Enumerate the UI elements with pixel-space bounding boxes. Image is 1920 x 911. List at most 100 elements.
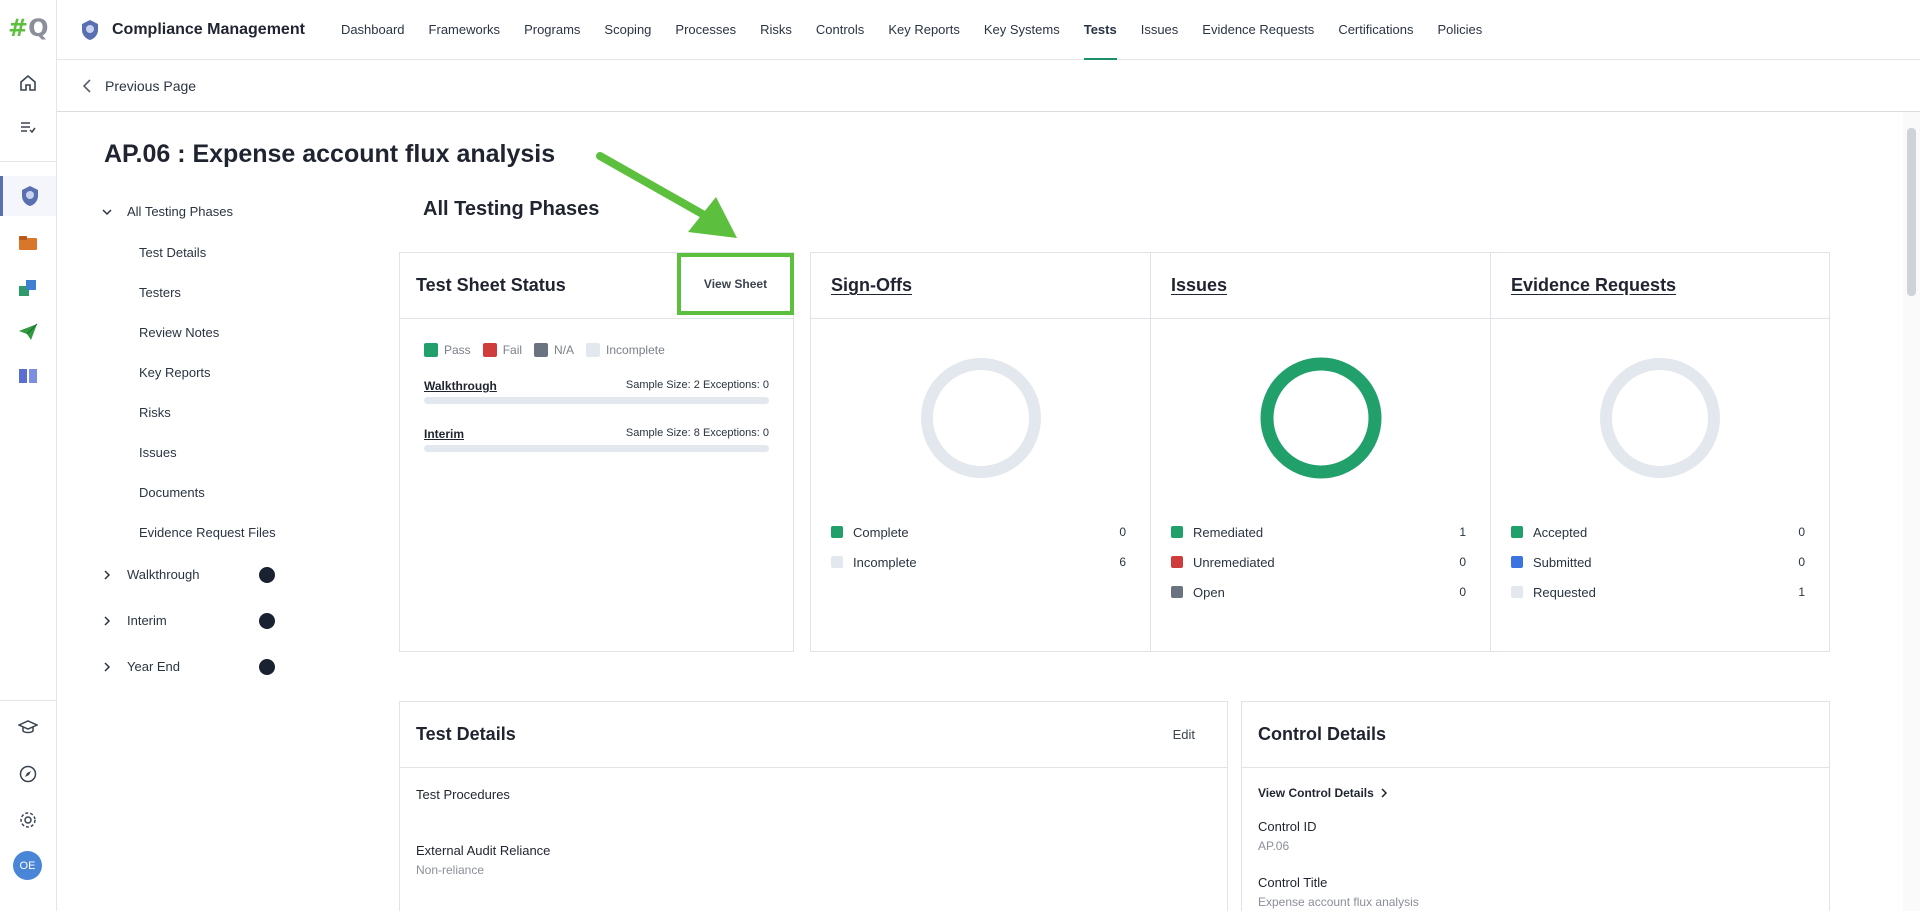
brand-logo[interactable]: #Q	[8, 14, 49, 42]
legend-row: Complete 0	[831, 517, 1126, 547]
issues-title[interactable]: Issues	[1171, 275, 1227, 296]
user-avatar[interactable]: OE	[13, 851, 42, 880]
nav-item-controls[interactable]: Controls	[804, 0, 876, 60]
status-dot	[259, 659, 275, 675]
legend-label: Requested	[1533, 584, 1596, 600]
scrollbar-thumb[interactable]	[1907, 128, 1916, 296]
tree-phase-label: Interim	[127, 613, 167, 628]
swatch	[1171, 586, 1183, 598]
app-title: Compliance Management	[112, 20, 305, 38]
legend-row: Requested 1	[1511, 577, 1805, 607]
legend-label: Fail	[502, 343, 523, 357]
swatch	[831, 556, 843, 568]
home-icon[interactable]	[0, 63, 56, 103]
legend-label: Open	[1193, 584, 1225, 600]
edit-button[interactable]: Edit	[1173, 727, 1195, 742]
chevron-right-icon[interactable]	[100, 568, 114, 582]
nav-menu: Dashboard Frameworks Programs Scoping Proces…	[329, 0, 1494, 60]
previous-page-bar[interactable]: Previous Page	[57, 60, 1920, 112]
nav-item-key-systems[interactable]: Key Systems	[972, 0, 1072, 60]
graduation-cap-icon[interactable]	[0, 708, 56, 748]
sync-boxes-icon[interactable]	[0, 268, 56, 308]
status-dot	[259, 613, 275, 629]
checklist-icon[interactable]	[0, 107, 56, 147]
legend-label: Unremediated	[1193, 554, 1275, 570]
issues-donut	[1260, 357, 1382, 479]
legend-value: 6	[1119, 555, 1126, 569]
tree-item-evidence-request-files[interactable]: Evidence Request Files	[139, 525, 276, 540]
card-header: Control Details	[1242, 702, 1829, 768]
top-nav: Compliance Management Dashboard Framework…	[57, 0, 1920, 60]
tree-phase-label: Year End	[127, 659, 181, 674]
phase-name[interactable]: Interim	[424, 427, 464, 441]
legend-value: 0	[1119, 525, 1126, 539]
tree-phase-interim[interactable]: Interim	[100, 613, 167, 628]
card-title: Control Details	[1258, 724, 1387, 744]
tree-phase-year-end[interactable]: Year End	[100, 659, 180, 674]
nav-item-key-reports[interactable]: Key Reports	[876, 0, 972, 60]
swatch	[482, 343, 497, 357]
book-icon[interactable]	[0, 356, 56, 396]
legend-row: Unremediated 0	[1171, 547, 1466, 577]
evidence-requests-title[interactable]: Evidence Requests	[1511, 275, 1676, 296]
evidence-requests-card: Evidence Requests Accepted 0 Submitted 0 R…	[1491, 253, 1829, 651]
status-dot	[259, 567, 275, 583]
chevron-left-icon[interactable]	[81, 78, 93, 94]
test-details-card: Test Details Edit Test Procedures Extern…	[399, 701, 1228, 911]
tree-item-testers[interactable]: Testers	[139, 285, 181, 300]
view-sheet-button[interactable]: View Sheet	[677, 253, 794, 315]
compliance-badge-icon[interactable]	[0, 176, 56, 216]
tree-phase-walkthrough[interactable]: Walkthrough	[100, 567, 200, 582]
progress-bar	[424, 445, 769, 452]
tree-item-review-notes[interactable]: Review Notes	[139, 325, 219, 340]
external-audit-reliance-label: External Audit Reliance	[416, 843, 551, 858]
legend-row: Accepted 0	[1511, 517, 1805, 547]
sign-offs-title[interactable]: Sign-Offs	[831, 275, 912, 296]
folder-icon[interactable]	[0, 223, 56, 263]
paper-plane-icon[interactable]	[0, 312, 56, 352]
tree-item-key-reports[interactable]: Key Reports	[139, 365, 211, 380]
card-title: Test Details	[416, 724, 516, 744]
chevron-down-icon[interactable]	[100, 205, 114, 219]
legend-value: 1	[1798, 585, 1805, 599]
tree-item-documents[interactable]: Documents	[139, 485, 205, 500]
card-header: Test Details Edit	[400, 702, 1227, 768]
tree-root[interactable]: All Testing Phases	[100, 204, 233, 219]
swatch	[1171, 526, 1183, 538]
nav-item-frameworks[interactable]: Frameworks	[417, 0, 513, 60]
legend-label: Submitted	[1533, 554, 1592, 570]
chevron-right-icon	[1381, 788, 1387, 798]
card-title: Test Sheet Status	[416, 275, 566, 295]
nav-item-scoping[interactable]: Scoping	[592, 0, 663, 60]
nav-item-certifications[interactable]: Certifications	[1326, 0, 1425, 60]
previous-page-link[interactable]: Previous Page	[105, 78, 196, 94]
summary-cards-row: Sign-Offs Complete 0 Incomplete 6 Issues R…	[810, 252, 1830, 652]
legend-fail: Fail	[482, 343, 523, 357]
nav-item-evidence-requests[interactable]: Evidence Requests	[1190, 0, 1326, 60]
view-control-details-link[interactable]: View Control Details	[1258, 786, 1388, 800]
legend-label: Accepted	[1533, 524, 1588, 540]
external-audit-reliance-value: Non-reliance	[416, 863, 485, 877]
tree-item-risks[interactable]: Risks	[139, 405, 171, 420]
progress-bar	[424, 397, 769, 404]
nav-item-issues[interactable]: Issues	[1129, 0, 1191, 60]
sign-offs-legend: Complete 0 Incomplete 6	[831, 517, 1126, 577]
control-id-label: Control ID	[1258, 819, 1317, 834]
tree-item-test-details[interactable]: Test Details	[139, 245, 206, 260]
phase-name[interactable]: Walkthrough	[424, 379, 497, 393]
legend-label: Complete	[853, 524, 909, 540]
swatch	[534, 343, 549, 357]
nav-item-tests[interactable]: Tests	[1072, 0, 1129, 60]
nav-item-programs[interactable]: Programs	[512, 0, 592, 60]
gear-icon[interactable]	[0, 800, 56, 840]
nav-item-processes[interactable]: Processes	[663, 0, 748, 60]
compass-icon[interactable]	[0, 754, 56, 794]
tree-item-issues[interactable]: Issues	[139, 445, 177, 460]
test-sheet-legend: Pass Fail N/A Incomplete	[424, 343, 665, 357]
control-id-value: AP.06	[1258, 839, 1290, 853]
nav-item-dashboard[interactable]: Dashboard	[329, 0, 417, 60]
chevron-right-icon[interactable]	[100, 614, 114, 628]
nav-item-policies[interactable]: Policies	[1425, 0, 1494, 60]
nav-item-risks[interactable]: Risks	[748, 0, 804, 60]
chevron-right-icon[interactable]	[100, 660, 114, 674]
